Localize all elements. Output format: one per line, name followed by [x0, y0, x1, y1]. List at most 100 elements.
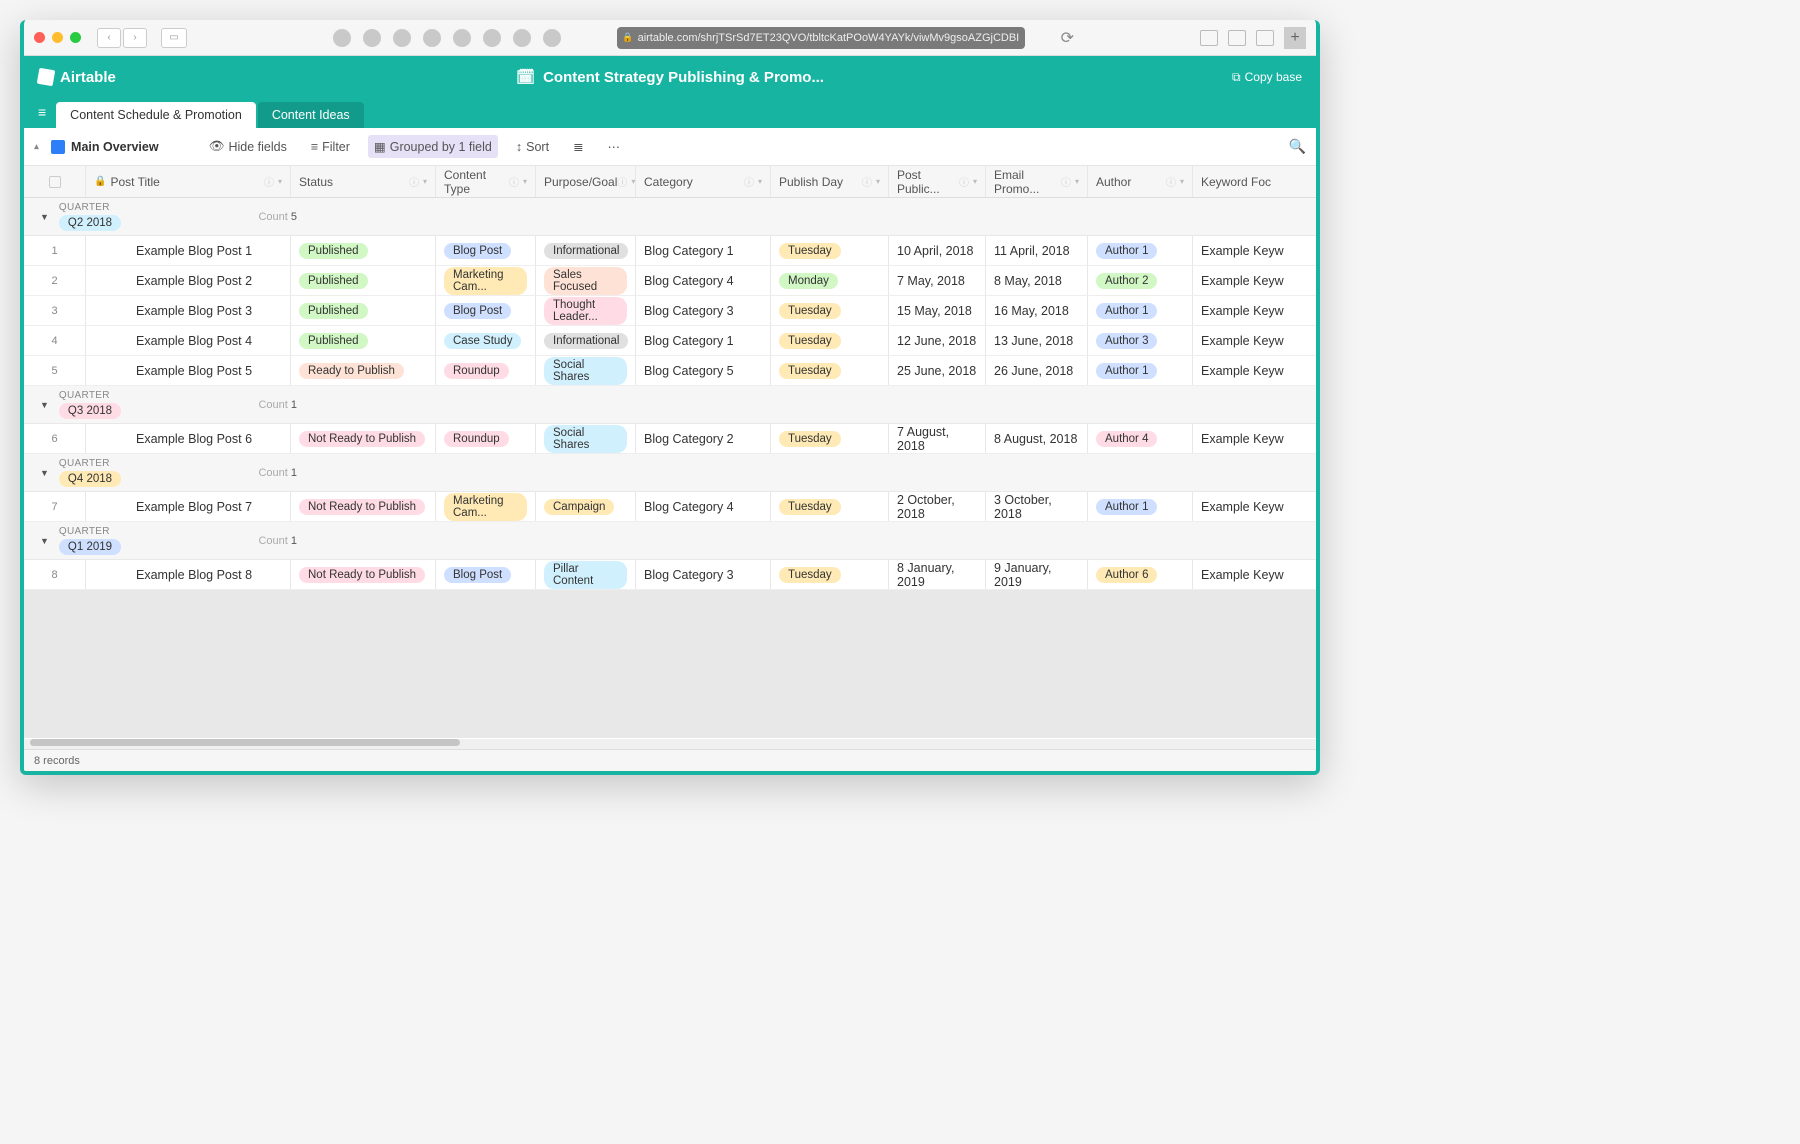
table-row[interactable]: 3 Example Blog Post 3 Published Blog Pos…: [24, 296, 1316, 326]
forward-button[interactable]: ›: [123, 28, 147, 48]
cell-email-promo[interactable]: 11 April, 2018: [986, 236, 1088, 265]
table-row[interactable]: 6 Example Blog Post 6 Not Ready to Publi…: [24, 424, 1316, 454]
cell-publish-day[interactable]: Tuesday: [771, 296, 889, 325]
cell-purpose[interactable]: Social Shares: [536, 424, 636, 453]
cell-author[interactable]: Author 1: [1088, 296, 1193, 325]
cell-email-promo[interactable]: 3 October, 2018: [986, 492, 1088, 521]
cell-post-public[interactable]: 12 June, 2018: [889, 326, 986, 355]
cell-publish-day[interactable]: Tuesday: [771, 424, 889, 453]
table-row[interactable]: 2 Example Blog Post 2 Published Marketin…: [24, 266, 1316, 296]
ext-icon[interactable]: [393, 29, 411, 47]
cell-post-public[interactable]: 2 October, 2018: [889, 492, 986, 521]
cell-purpose[interactable]: Sales Focused: [536, 266, 636, 295]
table-tab[interactable]: Content Schedule & Promotion: [56, 102, 256, 128]
close-window-button[interactable]: [34, 32, 45, 43]
table-row[interactable]: 4 Example Blog Post 4 Published Case Stu…: [24, 326, 1316, 356]
base-title[interactable]: 🗓 Content Strategy Publishing & Promo...: [516, 68, 824, 86]
ext-icon[interactable]: [453, 29, 471, 47]
cell-keyword[interactable]: Example Keyw: [1193, 424, 1313, 453]
sidebar-toggle[interactable]: ▭: [161, 28, 187, 48]
cell-post-public[interactable]: 25 June, 2018: [889, 356, 986, 385]
cell-post-title[interactable]: Example Blog Post 8: [86, 560, 291, 589]
cell-publish-day[interactable]: Tuesday: [771, 356, 889, 385]
cell-status[interactable]: Published: [291, 296, 436, 325]
group-header[interactable]: ▼ QUARTER Q3 2018 Count 1: [24, 386, 1316, 424]
collapse-sidebar-icon[interactable]: ▾: [34, 141, 39, 152]
cell-purpose[interactable]: Pillar Content: [536, 560, 636, 589]
ext-icon[interactable]: [483, 29, 501, 47]
reload-icon[interactable]: ⟳: [1061, 28, 1074, 48]
cell-publish-day[interactable]: Monday: [771, 266, 889, 295]
url-bar[interactable]: 🔒 airtable.com/shrjTSrSd7ET23QVO/tbltcKa…: [617, 27, 1025, 49]
cell-author[interactable]: Author 1: [1088, 236, 1193, 265]
group-header[interactable]: ▼ QUARTER Q1 2019 Count 1: [24, 522, 1316, 560]
cell-status[interactable]: Not Ready to Publish: [291, 492, 436, 521]
back-button[interactable]: ‹: [97, 28, 121, 48]
share-icon[interactable]: [1228, 30, 1246, 46]
ext-icon[interactable]: [423, 29, 441, 47]
cell-keyword[interactable]: Example Keyw: [1193, 356, 1313, 385]
cell-status[interactable]: Published: [291, 266, 436, 295]
cell-email-promo[interactable]: 13 June, 2018: [986, 326, 1088, 355]
hide-fields-button[interactable]: 👁 Hide fields: [203, 135, 293, 158]
sort-button[interactable]: ↕ Sort: [510, 136, 555, 158]
checkbox[interactable]: [49, 176, 61, 188]
maximize-window-button[interactable]: [70, 32, 81, 43]
filter-button[interactable]: ≡ Filter: [305, 136, 356, 158]
cell-author[interactable]: Author 1: [1088, 492, 1193, 521]
cell-content-type[interactable]: Case Study: [436, 326, 536, 355]
cell-publish-day[interactable]: Tuesday: [771, 560, 889, 589]
cell-category[interactable]: Blog Category 3: [636, 296, 771, 325]
column-keyword[interactable]: Keyword Foc: [1193, 166, 1313, 197]
ext-icon[interactable]: [363, 29, 381, 47]
cell-content-type[interactable]: Blog Post: [436, 236, 536, 265]
cell-keyword[interactable]: Example Keyw: [1193, 492, 1313, 521]
column-category[interactable]: Categoryⓘ▾: [636, 166, 771, 197]
cell-post-title[interactable]: Example Blog Post 2: [86, 266, 291, 295]
chevron-down-icon[interactable]: ▼: [40, 536, 49, 546]
table-row[interactable]: 7 Example Blog Post 7 Not Ready to Publi…: [24, 492, 1316, 522]
ext-icon[interactable]: [333, 29, 351, 47]
cell-publish-day[interactable]: Tuesday: [771, 492, 889, 521]
minimize-window-button[interactable]: [52, 32, 63, 43]
cell-category[interactable]: Blog Category 4: [636, 492, 771, 521]
cell-purpose[interactable]: Informational: [536, 326, 636, 355]
cell-status[interactable]: Not Ready to Publish: [291, 424, 436, 453]
column-post-public[interactable]: Post Public...ⓘ▾: [889, 166, 986, 197]
cell-category[interactable]: Blog Category 4: [636, 266, 771, 295]
column-publish-day[interactable]: Publish Dayⓘ▾: [771, 166, 889, 197]
cell-author[interactable]: Author 2: [1088, 266, 1193, 295]
cell-content-type[interactable]: Blog Post: [436, 560, 536, 589]
select-all-column[interactable]: [24, 166, 86, 197]
horizontal-scrollbar[interactable]: [24, 739, 1316, 749]
column-purpose[interactable]: Purpose/Goalⓘ▾: [536, 166, 636, 197]
column-status[interactable]: Statusⓘ▾: [291, 166, 436, 197]
more-button[interactable]: ⋯: [602, 135, 627, 158]
ext-icon[interactable]: [513, 29, 531, 47]
cell-purpose[interactable]: Informational: [536, 236, 636, 265]
cell-post-title[interactable]: Example Blog Post 7: [86, 492, 291, 521]
cell-status[interactable]: Published: [291, 326, 436, 355]
cell-publish-day[interactable]: Tuesday: [771, 236, 889, 265]
cell-status[interactable]: Published: [291, 236, 436, 265]
cell-email-promo[interactable]: 16 May, 2018: [986, 296, 1088, 325]
copy-base-button[interactable]: ⧉ Copy base: [1232, 70, 1302, 85]
cell-keyword[interactable]: Example Keyw: [1193, 326, 1313, 355]
cell-post-title[interactable]: Example Blog Post 1: [86, 236, 291, 265]
cell-post-title[interactable]: Example Blog Post 5: [86, 356, 291, 385]
cell-post-title[interactable]: Example Blog Post 4: [86, 326, 291, 355]
column-email-promo[interactable]: Email Promo...ⓘ▾: [986, 166, 1088, 197]
group-header[interactable]: ▼ QUARTER Q4 2018 Count 1: [24, 454, 1316, 492]
group-header[interactable]: ▼ QUARTER Q2 2018 Count 5: [24, 198, 1316, 236]
cell-post-public[interactable]: 15 May, 2018: [889, 296, 986, 325]
cell-category[interactable]: Blog Category 1: [636, 236, 771, 265]
table-row[interactable]: 5 Example Blog Post 5 Ready to Publish R…: [24, 356, 1316, 386]
table-tab[interactable]: Content Ideas: [258, 102, 364, 128]
cell-category[interactable]: Blog Category 5: [636, 356, 771, 385]
table-row[interactable]: 8 Example Blog Post 8 Not Ready to Publi…: [24, 560, 1316, 590]
cell-content-type[interactable]: Blog Post: [436, 296, 536, 325]
cell-purpose[interactable]: Thought Leader...: [536, 296, 636, 325]
cell-post-public[interactable]: 8 January, 2019: [889, 560, 986, 589]
cell-keyword[interactable]: Example Keyw: [1193, 560, 1313, 589]
cell-post-public[interactable]: 7 May, 2018: [889, 266, 986, 295]
